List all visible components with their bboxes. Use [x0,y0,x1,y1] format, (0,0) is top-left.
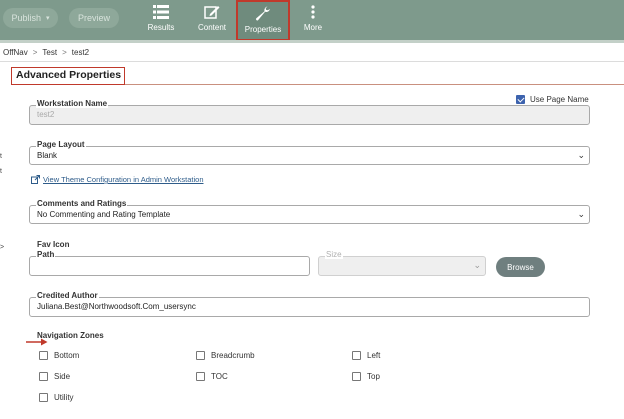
nav-zone-left-label: Left [367,351,381,360]
chevron-down-icon: ⌄ [577,150,585,160]
page-layout-select[interactable]: Blank ⌄ [29,146,590,165]
content-label: Content [197,23,227,32]
use-page-name-label: Use Page Name [530,95,589,104]
nav-zone-breadcrumb-label: Breadcrumb [211,351,255,360]
nav-zone-side-label: Side [54,372,71,381]
workstation-name-label: Workstation Name [36,99,109,108]
workstation-name-value: test2 [37,110,55,119]
theme-config-link-label: View Theme Configuration in Admin Workst… [43,175,204,184]
preview-button[interactable]: Preview [69,8,119,28]
fav-icon-size-select[interactable]: ⌄ [318,256,486,276]
toolbar-divider [0,40,624,43]
nav-zone-bottom-label: Bottom [54,351,80,360]
comments-ratings-label: Comments and Ratings [36,199,128,208]
external-link-icon [31,175,40,184]
nav-zone-utility-label: Utility [54,393,74,402]
nav-zone-top-label: Top [367,372,380,381]
page-layout-value: Blank [37,151,58,160]
fav-icon-label: Fav Icon [37,240,70,249]
breadcrumb-item[interactable]: Test [42,48,57,57]
breadcrumb-separator: > [32,47,38,57]
properties-button[interactable]: Properties [236,0,290,41]
properties-label: Properties [244,25,282,34]
content-button[interactable]: Content [190,5,234,37]
workstation-name-field[interactable]: test2 [29,105,590,125]
page-layout-label: Page Layout [36,140,86,149]
fav-icon-path-input[interactable] [29,256,310,276]
wrench-icon [255,6,270,21]
nav-zone-toc-label: TOC [211,372,228,381]
top-toolbar: Publish ▾ Preview Results Content Proper… [0,0,624,41]
more-button[interactable]: More [291,5,335,37]
list-icon [153,5,169,19]
fav-icon-path-label: Path [36,250,56,259]
edge-text-fragment: t [0,168,2,175]
nav-zone-bottom-checkbox[interactable] [39,351,48,360]
results-label: Results [147,23,175,32]
breadcrumb: OffNav > Test > test2 [3,46,89,58]
edge-text-fragment: t [0,153,2,160]
nav-zone-top-checkbox[interactable] [352,372,361,381]
nav-zone-toc-checkbox[interactable] [196,372,205,381]
fav-icon-size-label: Size [325,250,343,259]
comments-ratings-value: No Commenting and Rating Template [37,210,171,219]
breadcrumb-item[interactable]: OffNav [3,48,28,57]
credited-author-label: Credited Author [36,291,99,300]
arrow-right-icon [26,338,48,346]
breadcrumb-current: test2 [71,47,90,57]
nav-zone-side-checkbox[interactable] [39,372,48,381]
credited-author-value: Juliana.Best@Northwoodsoft.Com_usersync [37,302,196,311]
edge-text-fragment: > [0,244,5,251]
chevron-down-icon: ⌄ [577,209,585,219]
breadcrumb-separator: > [62,47,67,57]
use-page-name-checkbox[interactable] [516,95,525,104]
section-rule [125,84,624,85]
nav-zone-breadcrumb-checkbox[interactable] [196,351,205,360]
breadcrumb-divider [0,61,624,62]
publish-label: Publish [11,13,41,23]
chevron-down-icon: ▾ [46,15,50,22]
edit-icon [204,6,220,19]
section-title: Advanced Properties [11,67,125,85]
more-label: More [303,23,323,32]
chevron-down-icon: ⌄ [473,260,481,270]
credited-author-input[interactable]: Juliana.Best@Northwoodsoft.Com_usersync [29,297,590,317]
results-button[interactable]: Results [139,5,183,37]
publish-button[interactable]: Publish ▾ [3,8,58,28]
nav-zone-left-checkbox[interactable] [352,351,361,360]
theme-config-link[interactable]: View Theme Configuration in Admin Workst… [31,175,204,184]
nav-zone-utility-checkbox[interactable] [39,393,48,402]
more-vertical-icon [311,5,315,19]
browse-button[interactable]: Browse [496,257,545,277]
